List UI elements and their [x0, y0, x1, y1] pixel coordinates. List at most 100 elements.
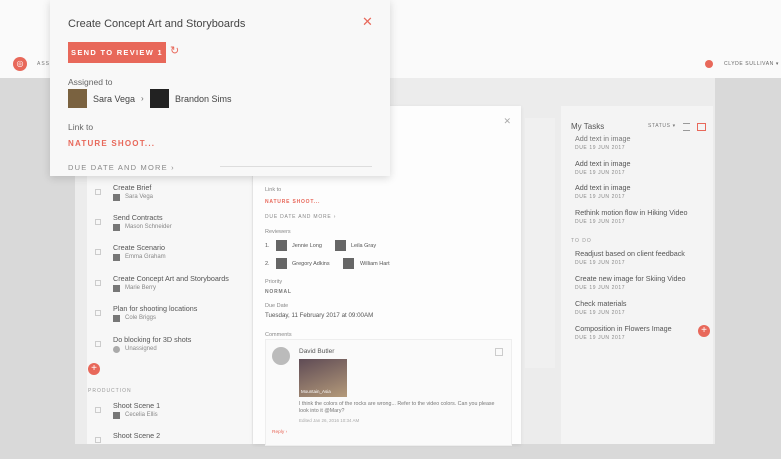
due-date-more-toggle[interactable]: DUE DATE AND MORE ›	[68, 163, 175, 172]
app-logo[interactable]: ◎	[13, 57, 27, 71]
add-my-task-button[interactable]: +	[698, 325, 710, 337]
my-task-item[interactable]: Rethink motion flow in Hiking Video DUE 1…	[575, 208, 715, 225]
my-task-title: Check materials	[575, 299, 627, 308]
due-date-more-label: DUE DATE AND MORE	[265, 214, 332, 220]
close-icon[interactable]: ✕	[362, 14, 373, 30]
user-menu[interactable]: CLYDE SULLIVAN ▾	[724, 61, 779, 67]
my-task-item[interactable]: Add text in image DUE 19 JUN 2017	[575, 159, 715, 176]
due-date-more-toggle[interactable]: DUE DATE AND MORE ›	[265, 214, 336, 220]
status-filter[interactable]: STATUS ▾	[648, 123, 676, 129]
notification-icon[interactable]	[705, 60, 713, 68]
my-task-title: Composition in Flowers Image	[575, 324, 672, 333]
task-title: Plan for shooting locations	[113, 304, 198, 313]
todo-section-label: TO DO	[571, 238, 592, 244]
comment: David Butler Mountain_Asia I think the c…	[265, 339, 512, 446]
due-date-value[interactable]: Tuesday, 11 February 2017 at 09:00AM	[265, 312, 373, 319]
avatar	[276, 240, 287, 251]
reply-label: Reply	[272, 430, 285, 435]
refresh-icon[interactable]: ↻	[170, 46, 181, 57]
priority-label: Priority	[265, 279, 283, 285]
task-card[interactable]: Shoot Scene 2	[75, 431, 215, 459]
send-to-review-button[interactable]: SEND TO REVIEW 1	[68, 42, 166, 63]
task-assignee: Emma Graham	[125, 254, 166, 260]
assignee-name[interactable]: Brandon Sims	[175, 94, 232, 104]
my-task-due: DUE 19 JUN 2017	[575, 170, 626, 176]
reply-link[interactable]: Reply ›	[272, 430, 287, 435]
drag-handle-icon[interactable]	[95, 249, 101, 255]
divider	[220, 166, 372, 167]
task-title: Create Concept Art and Storyboards	[113, 274, 229, 283]
my-task-item[interactable]: Composition in Flowers Image DUE 19 JUN 2…	[575, 324, 715, 341]
my-task-title: Add text in image	[575, 159, 631, 168]
assignee-name[interactable]: Sara Vega	[93, 94, 135, 104]
section-production-label: PRODUCTION	[88, 388, 132, 394]
task-title: Shoot Scene 1	[113, 401, 161, 410]
due-date-label: Due Date	[265, 303, 289, 309]
task-card[interactable]: Plan for shooting locations Cole Briggs	[75, 304, 215, 332]
drag-handle-icon[interactable]	[95, 280, 101, 286]
list-view-icon[interactable]	[683, 123, 690, 131]
task-card[interactable]: Create Scenario Emma Graham	[75, 243, 215, 271]
my-task-item[interactable]: Add text in image DUE 19 JUN 2017	[575, 134, 715, 151]
task-title: Do blocking for 3D shots	[113, 335, 192, 344]
my-task-item[interactable]: Readjust based on client feedback DUE 19 …	[575, 249, 715, 266]
my-tasks-panel: My Tasks STATUS ▾ Add text in image DUE 1…	[561, 106, 713, 444]
drag-handle-icon[interactable]	[95, 437, 101, 443]
drag-handle-icon[interactable]	[95, 219, 101, 225]
avatar	[150, 89, 169, 108]
arrow-icon: ›	[141, 94, 144, 103]
priority-value[interactable]: NORMAL	[265, 289, 292, 295]
my-task-title: Rethink motion flow in Hiking Video	[575, 208, 688, 217]
drag-handle-icon[interactable]	[95, 310, 101, 316]
drag-handle-icon[interactable]	[95, 341, 101, 347]
task-card[interactable]: Create Concept Art and Storyboards Marie…	[75, 274, 229, 302]
my-task-title: Create new image for Skiing Video	[575, 274, 686, 283]
my-task-due: DUE 19 JUN 2017	[575, 145, 626, 151]
avatar	[276, 258, 287, 269]
comments-label: Comments	[265, 332, 292, 338]
task-title: Create Concept Art and Storyboards	[68, 18, 246, 30]
task-assignee: Cecelia Ellis	[125, 412, 158, 418]
reviewer-name: William Hart	[360, 261, 390, 267]
my-task-due: DUE 19 JUN 2017	[575, 194, 626, 200]
comment-date: Edited Jan 26, 2016 10:34 AM	[299, 418, 360, 423]
link-to-label: Link to	[68, 122, 94, 132]
task-assignee: Mason Schneider	[125, 224, 172, 230]
reviewer-step: 2.	[265, 261, 270, 267]
comment-author: David Butler	[299, 348, 335, 355]
comment-attachment-image[interactable]: Mountain_Asia	[299, 359, 347, 397]
avatar	[113, 285, 120, 292]
close-icon[interactable]: ✕	[503, 116, 511, 127]
task-card[interactable]: Shoot Scene 1 Cecelia Ellis	[75, 401, 215, 429]
link-value[interactable]: NATURE SHOOT...	[265, 199, 320, 205]
link-value[interactable]: NATURE SHOOT...	[68, 139, 155, 148]
assigned-to-label: Assigned to	[68, 77, 113, 87]
reviewer-name: Jennie Long	[292, 243, 322, 249]
drag-handle-icon[interactable]	[95, 189, 101, 195]
reviewer-name: Leila Gray	[351, 243, 377, 249]
task-card[interactable]: Create Brief Sara Vega	[75, 183, 215, 211]
status-filter-label: STATUS	[648, 123, 671, 129]
attachment-caption: Mountain_Asia	[301, 389, 331, 394]
my-tasks-title: My Tasks	[571, 122, 605, 131]
task-title: Create Scenario	[113, 243, 165, 252]
avatar	[272, 347, 290, 365]
my-task-item[interactable]: Add text in image DUE 19 JUN 2017	[575, 183, 715, 200]
checkbox-icon[interactable]	[495, 348, 503, 356]
avatar	[113, 315, 120, 322]
my-task-due: DUE 19 JUN 2017	[575, 285, 626, 291]
task-assignee: Sara Vega	[125, 194, 154, 200]
grid-view-icon[interactable]	[697, 123, 706, 131]
task-card[interactable]: Send Contracts Mason Schneider	[75, 213, 215, 241]
avatar	[113, 194, 120, 201]
due-date-more-label: DUE DATE AND MORE	[68, 163, 168, 172]
reviewer-name: Gregory Adkins	[292, 261, 330, 267]
my-task-item[interactable]: Check materials DUE 19 JUN 2017	[575, 299, 715, 316]
add-task-button[interactable]: +	[88, 363, 100, 375]
task-card[interactable]: Do blocking for 3D shots Unassigned	[75, 335, 215, 363]
drag-handle-icon[interactable]	[95, 407, 101, 413]
my-task-item[interactable]: Create new image for Skiing Video DUE 19 …	[575, 274, 715, 291]
avatar	[113, 412, 120, 419]
my-task-title: Add text in image	[575, 134, 631, 143]
task-title: Shoot Scene 2	[113, 431, 161, 440]
